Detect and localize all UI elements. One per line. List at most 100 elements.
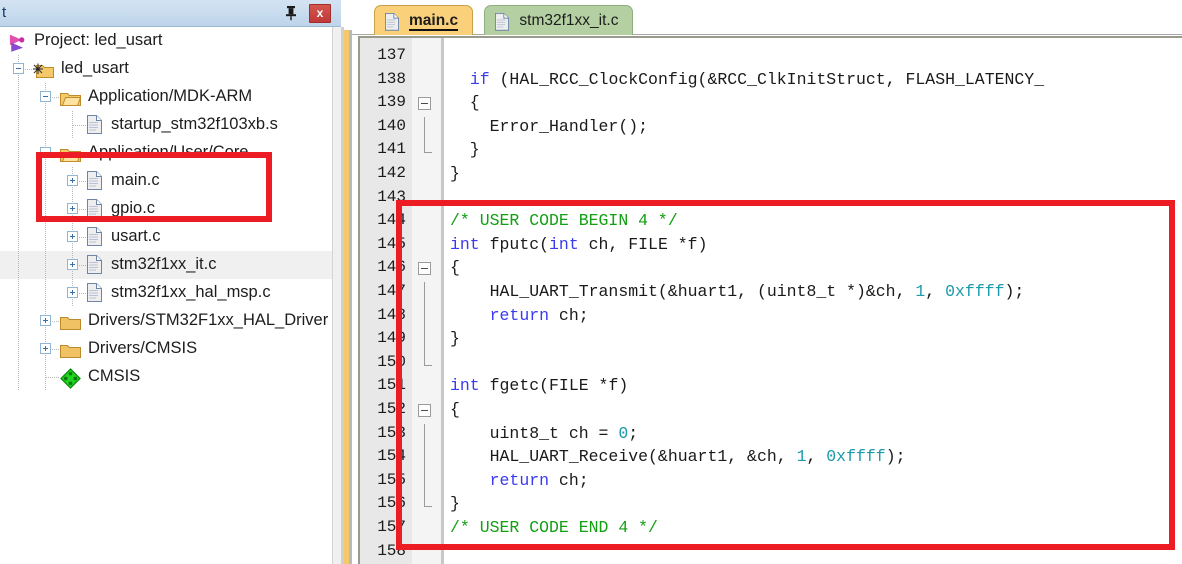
code-line[interactable]: return ch; — [450, 471, 589, 490]
code-token: } — [450, 140, 480, 160]
editor-tab-main-c[interactable]: main.c — [374, 5, 474, 35]
line-number: 157 — [377, 518, 406, 536]
file-c-wrap — [87, 171, 102, 190]
code-token: return — [489, 305, 550, 325]
fold-guide-line — [424, 352, 425, 365]
target-icon — [33, 63, 54, 78]
file-c-wrap — [87, 227, 102, 246]
project-tree[interactable]: Project: led_usart led_usart Application/M… — [0, 27, 332, 564]
line-number: 156 — [377, 494, 406, 513]
code-line[interactable]: { — [450, 93, 480, 112]
expand-icon[interactable] — [67, 203, 78, 214]
expand-icon[interactable] — [40, 343, 51, 354]
tree-item-cmsis[interactable]: CMSIS — [0, 363, 332, 391]
collapse-icon[interactable] — [40, 147, 51, 158]
tree-item-led-usart[interactable]: led_usart — [0, 55, 332, 83]
tree-item-drivers-stm32f1xx-hal-driver[interactable]: Drivers/STM32F1xx_HAL_Driver — [0, 307, 332, 335]
tree-guide — [18, 335, 19, 363]
code-editor[interactable]: if (HAL_RCC_ClockConfig(&RCC_ClkInitStru… — [358, 36, 1182, 564]
collapse-icon[interactable] — [40, 91, 51, 102]
code-line[interactable]: HAL_UART_Transmit(&huart1, (uint8_t *)&c… — [450, 282, 1025, 301]
project-icon-wrap — [6, 32, 27, 52]
editor-tab-stm32f1xx-it-c[interactable]: stm32f1xx_it.c — [484, 5, 634, 35]
code-line[interactable]: { — [450, 258, 460, 277]
tree-guide — [45, 111, 46, 139]
file-c-icon — [495, 13, 510, 31]
folder-open-icon — [60, 149, 82, 162]
editor-tabstrip[interactable]: main.c stm32f1xx_it.c — [352, 0, 1182, 35]
line-number: 142 — [377, 164, 406, 182]
cmsis-icon-wrap — [60, 368, 81, 389]
tree-item-drivers-cmsis[interactable]: Drivers/CMSIS — [0, 335, 332, 363]
code-line[interactable]: /* USER CODE END 4 */ — [450, 518, 658, 537]
code-line[interactable]: int fgetc(FILE *f) — [450, 376, 628, 395]
code-token: if — [469, 69, 490, 89]
expand-icon[interactable] — [40, 315, 51, 326]
file-c-icon — [87, 227, 102, 246]
editor-tab-label: main.c — [409, 12, 459, 31]
folder-closed-wrap — [60, 340, 81, 358]
tree-item-stm32f1xx-hal-msp-c[interactable]: stm32f1xx_hal_msp.c — [0, 279, 332, 307]
code-token: } — [450, 329, 460, 349]
file-c-wrap — [87, 199, 102, 218]
line-number: 138 — [377, 69, 406, 88]
fold-collapse-icon[interactable] — [418, 97, 431, 111]
tree-item-usart-c[interactable]: usart.c — [0, 223, 332, 251]
line-number: 147 — [377, 282, 406, 300]
expand-icon[interactable] — [67, 287, 78, 298]
code-token: (HAL_RCC_ClockConfig(&RCC_ClkInitStruct,… — [489, 69, 1045, 89]
code-line[interactable]: uint8_t ch = 0; — [450, 424, 639, 443]
code-token: { — [450, 93, 480, 113]
pushpin-icon[interactable] — [283, 5, 299, 21]
tree-item-application-user-core[interactable]: Application/User/Core — [0, 139, 332, 167]
code-line[interactable]: return ch; — [450, 306, 589, 325]
tree-guide — [18, 139, 19, 167]
code-token: { — [450, 258, 460, 278]
code-token: int — [549, 234, 579, 254]
tree-item-gpio-c[interactable]: gpio.c — [0, 195, 332, 223]
expand-icon[interactable] — [67, 231, 78, 242]
fold-guide-line — [424, 140, 425, 153]
folder-closed-icon — [60, 345, 81, 358]
tree-item-main-c[interactable]: main.c — [0, 167, 332, 195]
tree-guide-h — [46, 377, 60, 378]
fold-collapse-icon[interactable] — [418, 404, 431, 417]
code-token: fgetc(FILE *f) — [479, 376, 629, 396]
fold-collapse-icon[interactable] — [418, 262, 431, 276]
code-line[interactable]: { — [450, 400, 460, 419]
fold-end-tick — [424, 506, 432, 508]
code-line[interactable]: HAL_UART_Receive(&huart1, &ch, 1, 0xffff… — [450, 447, 906, 466]
tree-item-label: Project: led_usart — [34, 31, 163, 49]
close-panel-button[interactable]: x — [309, 4, 331, 23]
line-number: 141 — [377, 140, 406, 159]
code-folding-column[interactable] — [412, 38, 441, 564]
expand-icon[interactable] — [67, 259, 78, 270]
code-line[interactable]: Error_Handler(); — [450, 117, 648, 136]
line-number: 137 — [377, 46, 406, 64]
code-token: { — [450, 400, 460, 419]
code-line[interactable]: } — [450, 329, 460, 348]
code-token: int — [450, 234, 480, 254]
code-token: 0xffff — [826, 447, 886, 467]
line-number: 151 — [377, 376, 406, 395]
tree-item-stm32f1xx-it-c[interactable]: stm32f1xx_it.c — [0, 251, 332, 279]
code-text-area[interactable]: if (HAL_RCC_ClockConfig(&RCC_ClkInitStru… — [444, 38, 1182, 564]
code-token: } — [450, 494, 460, 514]
code-token: return — [489, 470, 550, 490]
code-line[interactable]: } — [450, 140, 480, 159]
code-line[interactable]: } — [450, 164, 460, 183]
collapse-icon[interactable] — [13, 63, 24, 74]
code-line[interactable]: int fputc(int ch, FILE *f) — [450, 235, 707, 254]
tree-item-startup-stm32f103xb-s[interactable]: startup_stm32f103xb.s — [0, 111, 332, 139]
project-panel-scrollbar[interactable] — [332, 27, 341, 564]
code-line[interactable]: /* USER CODE BEGIN 4 */ — [450, 211, 678, 230]
expand-icon[interactable] — [67, 175, 78, 186]
close-icon: x — [316, 6, 324, 20]
tree-item-application-mdk-arm[interactable]: Application/MDK-ARM — [0, 83, 332, 111]
code-line[interactable]: if (HAL_RCC_ClockConfig(&RCC_ClkInitStru… — [450, 70, 1044, 89]
tree-item-project-led-usart[interactable]: Project: led_usart — [0, 27, 332, 55]
tree-guide — [18, 279, 19, 307]
code-line[interactable]: } — [450, 494, 460, 513]
project-panel-title: t — [2, 4, 7, 21]
line-number: 140 — [377, 116, 406, 135]
